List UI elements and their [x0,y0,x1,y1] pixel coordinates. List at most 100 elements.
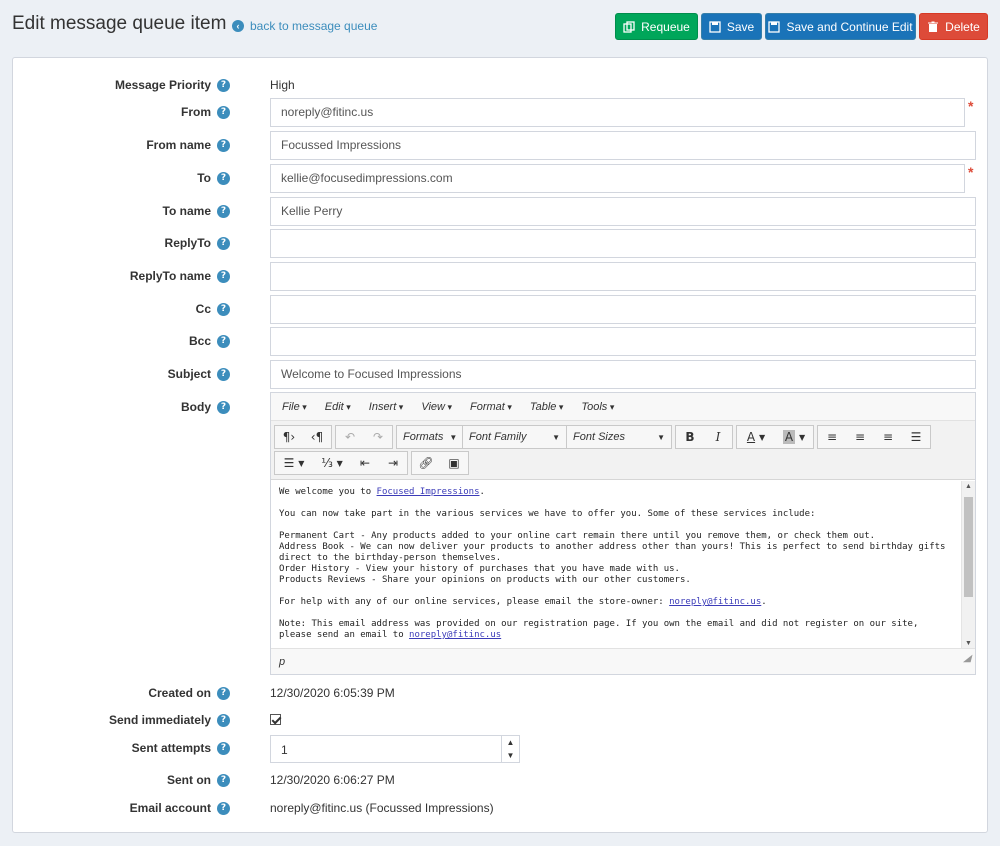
from-input[interactable]: noreply@fitinc.us [270,98,965,127]
requeue-button[interactable]: Requeue [615,13,698,40]
menu-view[interactable]: View [414,401,459,413]
rtl-icon[interactable]: ‹¶ [303,426,331,448]
redo-icon[interactable]: ↷ [364,426,392,448]
help-icon[interactable]: ? [217,171,230,185]
help-icon[interactable]: ? [217,302,230,316]
editor-menubar: File Edit Insert View Format Table Tools [271,393,975,421]
background-color-icon[interactable]: A ▼ [775,426,813,448]
help-icon[interactable]: ? [217,400,230,414]
label-send-immediately: Send immediately ? [30,713,230,727]
menu-file[interactable]: File [275,401,314,413]
help-icon[interactable]: ? [217,367,230,381]
label-reply-to: ReplyTo ? [30,236,230,250]
outdent-icon[interactable]: ⇤ [351,452,379,474]
body-paragraph: Note: This email address was provided on… [279,619,919,640]
align-left-icon[interactable]: ≡ [818,426,846,448]
formats-select[interactable]: Formats ▼ [397,426,463,448]
menu-table[interactable]: Table [523,401,571,413]
sent-attempts-stepper[interactable]: 1 ▲ ▼ [270,735,520,763]
required-asterisk: * [968,98,974,114]
menu-edit[interactable]: Edit [318,401,358,413]
decrement-icon[interactable]: ▼ [502,749,519,762]
help-icon[interactable]: ? [217,78,230,92]
menu-tools[interactable]: Tools [574,401,621,413]
body-paragraph: For help with any of our online services… [279,597,767,607]
label-body: Body ? [30,400,230,414]
align-right-icon[interactable]: ≡ [874,426,902,448]
bullet-list-icon[interactable]: ☰ ▼ [275,452,313,474]
subject-input[interactable]: Welcome to Focused Impressions [270,360,976,389]
help-icon[interactable]: ? [217,269,230,283]
help-icon[interactable]: ? [217,236,230,250]
back-to-queue-link[interactable]: ‹ back to message queue [232,19,377,33]
label-to: To ? [30,171,230,185]
ltr-icon[interactable]: ¶› [275,426,303,448]
italic-icon[interactable]: I [704,426,732,448]
align-justify-icon[interactable]: ☰ [902,426,930,448]
to-name-input[interactable]: Kellie Perry [270,197,976,226]
help-icon[interactable]: ? [217,105,230,119]
required-asterisk: * [968,164,974,180]
editor-content[interactable]: We welcome you to Focused Impressions. Y… [271,481,975,649]
help-icon[interactable]: ? [217,773,230,787]
scroll-thumb[interactable] [964,497,973,597]
editor-toolbar: ¶› ‹¶ ↶ ↷ Formats ▼ Font Family ▼ Font Siz… [271,421,975,480]
resize-handle-icon[interactable]: ◢ [963,646,971,672]
help-icon[interactable]: ? [217,138,230,152]
scroll-up-icon[interactable]: ▲ [965,483,972,490]
help-icon[interactable]: ? [217,204,230,218]
label-email-account: Email account ? [30,801,230,815]
label-from-name: From name ? [30,138,230,152]
reply-to-input[interactable] [270,229,976,258]
label-cc: Cc ? [30,302,230,316]
floppy-disk-icon [768,20,781,33]
label-bcc: Bcc ? [30,334,230,348]
bold-icon[interactable]: B [676,426,704,448]
label-sent-attempts: Sent attempts ? [30,741,230,755]
email-link[interactable]: noreply@fitinc.us [669,597,761,607]
store-link[interactable]: Focused Impressions [377,487,480,497]
to-input[interactable]: kellie@focusedimpressions.com [270,164,965,193]
font-family-select[interactable]: Font Family ▼ [463,426,567,448]
help-icon[interactable]: ? [217,334,230,348]
undo-icon[interactable]: ↶ [336,426,364,448]
text-color-icon[interactable]: A ▼ [737,426,775,448]
help-icon[interactable]: ? [217,686,230,700]
editor-scrollbar[interactable]: ▲ ▼ [961,481,975,649]
delete-button[interactable]: Delete [919,13,988,40]
floppy-disk-icon [709,20,721,33]
email-link[interactable]: noreply@fitinc.us [409,630,501,640]
send-immediately-checkbox[interactable] [270,714,281,725]
help-icon[interactable]: ? [217,713,230,727]
font-sizes-select[interactable]: Font Sizes ▼ [567,426,671,448]
editor-statusbar: p ◢ [271,648,975,674]
label-to-name: To name ? [30,204,230,218]
sent-on-value: 12/30/2020 6:06:27 PM [270,773,395,787]
menu-insert[interactable]: Insert [362,401,411,413]
element-path[interactable]: p [279,656,285,668]
save-continue-button[interactable]: Save and Continue Edit [765,13,916,40]
align-center-icon[interactable]: ≡ [846,426,874,448]
caret-down-icon: ▼ [552,432,560,442]
label-created-on: Created on ? [30,686,230,700]
numbered-list-icon[interactable]: ⅓ ▼ [313,452,351,474]
cc-input[interactable] [270,295,976,324]
image-icon[interactable]: ▣ [440,452,468,474]
from-name-input[interactable]: Focussed Impressions [270,131,976,160]
link-icon[interactable]: 🔗︎ [412,452,440,474]
save-button[interactable]: Save [701,13,762,40]
body-paragraph: We welcome you to Focused Impressions. [279,487,485,497]
rich-text-editor: File Edit Insert View Format Table Tools… [270,392,976,675]
help-icon[interactable]: ? [217,801,230,815]
label-sent-on: Sent on ? [30,773,230,787]
caret-down-icon: ▼ [657,432,665,442]
indent-icon[interactable]: ⇥ [379,452,407,474]
bcc-input[interactable] [270,327,976,356]
reply-to-name-input[interactable] [270,262,976,291]
label-from: From ? [30,105,230,119]
created-on-value: 12/30/2020 6:05:39 PM [270,686,395,700]
menu-format[interactable]: Format [463,401,519,413]
increment-icon[interactable]: ▲ [502,736,519,749]
help-icon[interactable]: ? [217,741,230,755]
label-message-priority: Message Priority ? [30,78,230,92]
